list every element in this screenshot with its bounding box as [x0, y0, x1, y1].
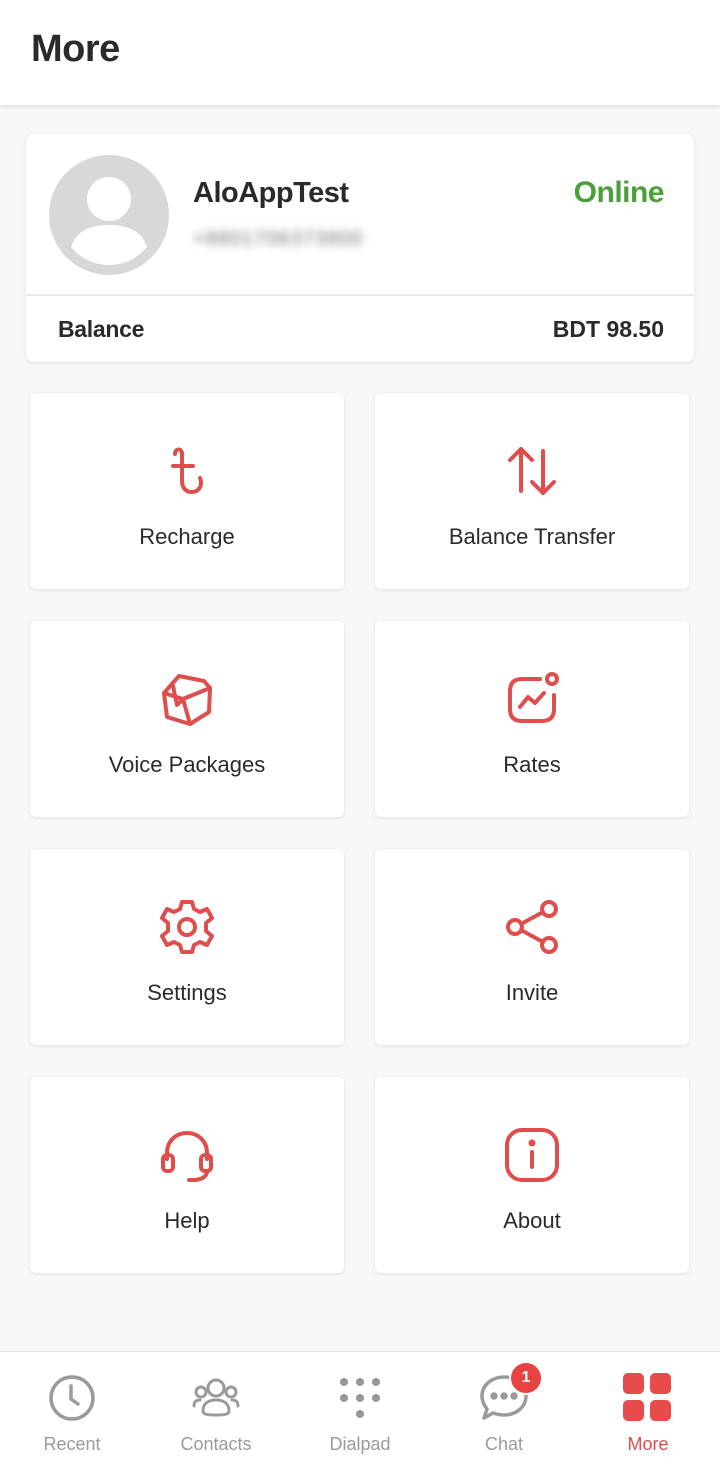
- info-icon: [505, 1128, 559, 1182]
- grid-icon: [623, 1373, 671, 1421]
- share-icon: [506, 900, 558, 954]
- nav-contacts-label: Contacts: [180, 1434, 252, 1454]
- settings-button[interactable]: Settings: [30, 849, 344, 1045]
- rates-label: Rates: [503, 752, 561, 777]
- profile-card[interactable]: AloAppTest +8801706373800 Online Balance…: [26, 134, 694, 362]
- nav-more-label: More: [627, 1434, 669, 1454]
- settings-label: Settings: [147, 980, 227, 1005]
- user-avatar-icon: [71, 177, 147, 265]
- help-button[interactable]: Help: [30, 1077, 344, 1273]
- chat-unread-badge: 1: [509, 1361, 543, 1395]
- nav-chat[interactable]: Chat: [432, 1352, 576, 1481]
- nav-chat-label: Chat: [484, 1434, 524, 1454]
- user-name: AloAppTest: [193, 177, 349, 209]
- about-label: About: [503, 1208, 561, 1233]
- headset-icon: [161, 1131, 213, 1182]
- invite-button[interactable]: Invite: [375, 849, 689, 1045]
- contacts-icon: [192, 1378, 240, 1417]
- nav-dialpad[interactable]: Dialpad: [288, 1352, 432, 1481]
- transfer-arrows-icon: [508, 447, 556, 495]
- gear-icon: [160, 900, 214, 954]
- voice-packages-label: Voice Packages: [108, 752, 266, 777]
- clock-icon: [49, 1375, 95, 1421]
- user-phone: +8801706373800: [193, 228, 364, 250]
- balance-transfer-button[interactable]: Balance Transfer: [375, 393, 689, 589]
- status-badge: Online: [573, 176, 665, 209]
- balance-transfer-label: Balance Transfer: [448, 524, 616, 549]
- taka-icon: [171, 447, 203, 494]
- avatar: [49, 155, 169, 275]
- page-title: More: [31, 28, 120, 70]
- dialpad-icon: [340, 1378, 380, 1418]
- nav-more[interactable]: More: [576, 1352, 720, 1481]
- rates-chart-icon: [508, 672, 559, 723]
- voice-packages-button[interactable]: Voice Packages: [30, 621, 344, 817]
- nav-dialpad-label: Dialpad: [329, 1434, 391, 1454]
- package-box-icon: [162, 674, 212, 726]
- rates-button[interactable]: Rates: [375, 621, 689, 817]
- invite-label: Invite: [505, 980, 559, 1005]
- divider: [26, 294, 694, 296]
- help-label: Help: [164, 1208, 210, 1233]
- balance-label: Balance: [58, 316, 145, 342]
- balance-value: BDT 98.50: [552, 316, 664, 342]
- app-header: More: [0, 0, 720, 106]
- nav-recent[interactable]: Recent: [0, 1352, 144, 1481]
- about-button[interactable]: About: [375, 1077, 689, 1273]
- nav-recent-label: Recent: [43, 1434, 101, 1454]
- bottom-nav: Recent Contacts Dialpad Chat More: [0, 1351, 720, 1481]
- nav-contacts[interactable]: Contacts: [144, 1352, 288, 1481]
- recharge-label: Recharge: [139, 524, 235, 549]
- recharge-button[interactable]: Recharge: [30, 393, 344, 589]
